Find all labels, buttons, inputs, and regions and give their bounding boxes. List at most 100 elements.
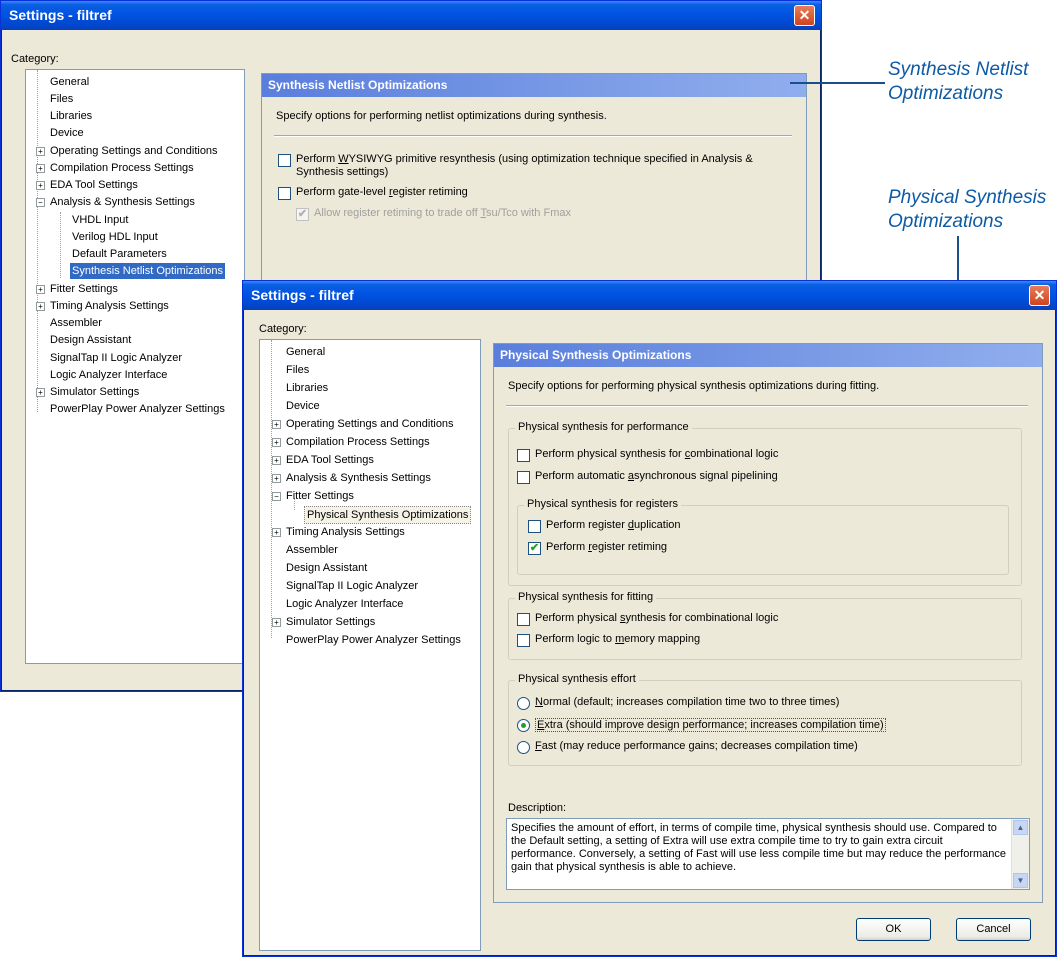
effort-normal-label[interactable]: Normal (default; increases compilation t… (535, 696, 839, 708)
cancel-button[interactable]: Cancel (956, 918, 1031, 941)
plus-icon[interactable]: + (272, 456, 281, 465)
front-close-button[interactable]: ✕ (1029, 285, 1050, 306)
effort-normal-radio[interactable] (517, 697, 530, 710)
group-registers: Physical synthesis for registers Perform… (517, 498, 1009, 575)
effort-fast-radio[interactable] (517, 741, 530, 754)
perf-async-pipelining-checkbox[interactable] (517, 471, 530, 484)
description-scrollbar[interactable]: ▲ ▼ (1011, 819, 1029, 889)
back-tree-item-verilog-input[interactable]: Verilog HDL Input (72, 229, 158, 245)
fit-combinational-label[interactable]: Perform physical synthesis for combinati… (535, 612, 778, 624)
back-wysiwyg-label[interactable]: Perform WYSIWYG primitive resynthesis (u… (296, 153, 753, 179)
minus-icon[interactable]: − (36, 198, 45, 207)
scroll-down-icon[interactable]: ▼ (1013, 873, 1028, 888)
group-registers-title: Physical synthesis for registers (524, 498, 681, 510)
reg-duplication-checkbox[interactable] (528, 520, 541, 533)
callout-synthesis-netlist: Synthesis Netlist Optimizations (888, 58, 1028, 106)
plus-icon[interactable]: + (272, 438, 281, 447)
plus-icon[interactable]: + (36, 147, 45, 156)
front-tree-item-simulator[interactable]: + Simulator Settings (272, 614, 375, 630)
back-tree-item-synthesis-netlist[interactable]: Synthesis Netlist Optimizations (70, 263, 225, 279)
back-tree-item-simulator[interactable]: + Simulator Settings (36, 384, 139, 400)
plus-icon[interactable]: + (36, 285, 45, 294)
back-retiming-label[interactable]: Perform gate-level register retiming (296, 186, 468, 198)
front-tree-item-compilation[interactable]: + Compilation Process Settings (272, 434, 430, 450)
back-tree-item-general[interactable]: General (50, 74, 89, 90)
front-tree-item-physical-synthesis[interactable]: Physical Synthesis Optimizations (304, 506, 472, 524)
back-window-title: Settings - filtref (9, 7, 112, 23)
back-tree-item-operating[interactable]: + Operating Settings and Conditions (36, 143, 218, 159)
label-text: xtra (should improve design performance;… (544, 719, 884, 731)
reg-retiming-checkbox[interactable]: ✔ (528, 542, 541, 555)
front-tree-item-general[interactable]: General (286, 344, 325, 360)
label-text: ombinational logic (690, 448, 779, 460)
plus-icon[interactable]: + (36, 164, 45, 173)
back-retiming-checkbox[interactable] (278, 187, 291, 200)
fit-memory-mapping-label[interactable]: Perform logic to memory mapping (535, 633, 700, 645)
front-tree-item-timing[interactable]: + Timing Analysis Settings (272, 524, 405, 540)
back-tree-item-timing[interactable]: + Timing Analysis Settings (36, 298, 169, 314)
plus-icon[interactable]: + (36, 388, 45, 397)
effort-extra-label[interactable]: Extra (should improve design performance… (535, 718, 886, 732)
plus-icon[interactable]: + (272, 618, 281, 627)
plus-icon[interactable]: + (272, 474, 281, 483)
front-tree-item-assembler[interactable]: Assembler (286, 542, 338, 558)
front-tree-item-logic-analyzer-interface[interactable]: Logic Analyzer Interface (286, 596, 403, 612)
back-tree-item-libraries[interactable]: Libraries (50, 108, 92, 124)
fit-memory-mapping-checkbox[interactable] (517, 634, 530, 647)
back-title-bar[interactable]: Settings - filtref ✕ (1, 1, 821, 30)
scroll-up-icon[interactable]: ▲ (1013, 820, 1028, 835)
back-tree-item-files[interactable]: Files (50, 91, 73, 107)
back-tree-item-default-parameters[interactable]: Default Parameters (72, 246, 167, 262)
tree-item-label: Operating Settings and Conditions (50, 145, 218, 157)
plus-icon[interactable]: + (36, 302, 45, 311)
front-tree-item-powerplay[interactable]: PowerPlay Power Analyzer Settings (286, 632, 461, 648)
front-tree-item-operating[interactable]: + Operating Settings and Conditions (272, 416, 454, 432)
ok-button[interactable]: OK (856, 918, 931, 941)
reg-duplication-label[interactable]: Perform register duplication (546, 519, 681, 531)
back-tree-item-signaltap[interactable]: SignalTap II Logic Analyzer (50, 350, 182, 366)
front-tree-item-eda[interactable]: + EDA Tool Settings (272, 452, 374, 468)
label-mnemonic: F (535, 740, 542, 752)
label-text: ynthesis for combinational logic (625, 612, 779, 624)
fit-combinational-checkbox[interactable] (517, 613, 530, 626)
effort-extra-radio[interactable] (517, 719, 530, 732)
front-window-title: Settings - filtref (251, 287, 354, 303)
front-title-bar[interactable]: Settings - filtref ✕ (243, 281, 1056, 310)
perf-combinational-checkbox[interactable] (517, 449, 530, 462)
label-text: synchronous signal pipelining (634, 470, 778, 482)
back-tree-item-fitter[interactable]: + Fitter Settings (36, 281, 118, 297)
front-tree-item-design-assistant[interactable]: Design Assistant (286, 560, 367, 576)
back-tree-item-eda[interactable]: + EDA Tool Settings (36, 177, 138, 193)
front-tree-item-device[interactable]: Device (286, 398, 320, 414)
back-tree-item-design-assistant[interactable]: Design Assistant (50, 332, 131, 348)
front-tree-item-fitter[interactable]: − Fitter Settings (272, 488, 354, 504)
back-allow-tradeoff-label[interactable]: Allow register retiming to trade off Tsu… (314, 207, 571, 219)
description-box[interactable]: Specifies the amount of effort, in terms… (506, 818, 1030, 890)
back-close-button[interactable]: ✕ (794, 5, 815, 26)
back-tree-item-analysis-synthesis[interactable]: − Analysis & Synthesis Settings (36, 194, 195, 210)
back-wysiwyg-checkbox[interactable] (278, 154, 291, 167)
effort-fast-label[interactable]: Fast (may reduce performance gains; decr… (535, 740, 858, 752)
front-tree-item-analysis-synthesis[interactable]: + Analysis & Synthesis Settings (272, 470, 431, 486)
back-tree-item-device[interactable]: Device (50, 125, 84, 141)
plus-icon[interactable]: + (272, 528, 281, 537)
perf-async-pipelining-label[interactable]: Perform automatic asynchronous signal pi… (535, 470, 778, 482)
back-allow-tradeoff-checkbox[interactable]: ✔ (296, 208, 309, 221)
back-tree-item-powerplay[interactable]: PowerPlay Power Analyzer Settings (50, 401, 225, 417)
back-tree-item-compilation[interactable]: + Compilation Process Settings (36, 160, 194, 176)
minus-icon[interactable]: − (272, 492, 281, 501)
front-tree-item-signaltap[interactable]: SignalTap II Logic Analyzer (286, 578, 418, 594)
reg-retiming-label[interactable]: Perform register retiming (546, 541, 667, 553)
front-category-tree[interactable]: General Files Libraries Device + Operatin… (259, 339, 481, 951)
label-text: ormal (default; increases compilation ti… (542, 696, 840, 708)
plus-icon[interactable]: + (272, 420, 281, 429)
plus-icon[interactable]: + (36, 181, 45, 190)
back-category-tree[interactable]: General Files Libraries Device + Operatin… (25, 69, 245, 664)
back-tree-item-assembler[interactable]: Assembler (50, 315, 102, 331)
front-tree-item-libraries[interactable]: Libraries (286, 380, 328, 396)
group-performance-title: Physical synthesis for performance (515, 421, 692, 433)
back-tree-item-logic-analyzer-interface[interactable]: Logic Analyzer Interface (50, 367, 167, 383)
back-tree-item-vhdl-input[interactable]: VHDL Input (72, 212, 128, 228)
perf-combinational-label[interactable]: Perform physical synthesis for combinati… (535, 448, 778, 460)
front-tree-item-files[interactable]: Files (286, 362, 309, 378)
